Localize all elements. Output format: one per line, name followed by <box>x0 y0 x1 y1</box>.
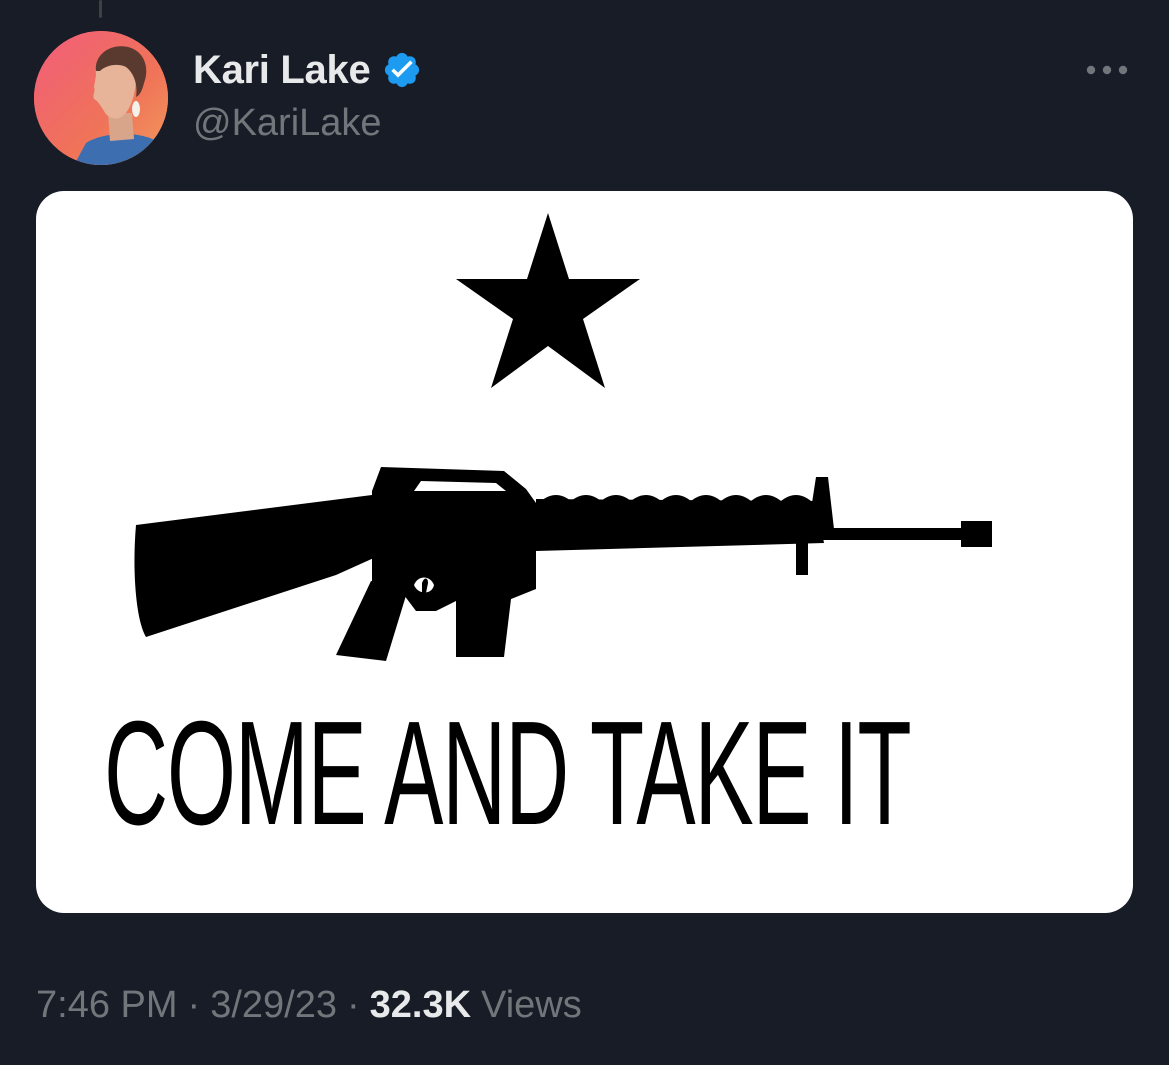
metadata-separator: · <box>187 984 201 1026</box>
views-count[interactable]: 32.3K <box>370 984 471 1027</box>
tweet-date[interactable]: 3/29/23 <box>210 984 337 1027</box>
avatar[interactable] <box>34 31 168 165</box>
views-label: Views <box>481 984 582 1026</box>
metadata-separator: · <box>346 984 360 1026</box>
rifle-icon <box>134 467 992 661</box>
author-handle[interactable]: @KariLake <box>193 102 382 145</box>
more-options-button[interactable] <box>1082 52 1132 88</box>
profile-photo <box>34 31 168 165</box>
tweet-metadata: 7:46 PM · 3/29/23 · 32.3K Views <box>36 984 582 1027</box>
verified-badge-icon <box>382 50 422 90</box>
star-icon <box>456 213 640 388</box>
flag-caption-text: COME AND TAKE IT <box>104 691 912 856</box>
tweet-time[interactable]: 7:46 PM <box>36 984 178 1027</box>
thread-connector-line <box>99 0 102 18</box>
author-display-name[interactable]: Kari Lake <box>193 48 371 93</box>
ellipsis-icon <box>1086 65 1128 75</box>
tweet-media-image[interactable]: COME AND TAKE IT <box>36 191 1133 913</box>
author-name-row[interactable]: Kari Lake <box>193 44 422 96</box>
